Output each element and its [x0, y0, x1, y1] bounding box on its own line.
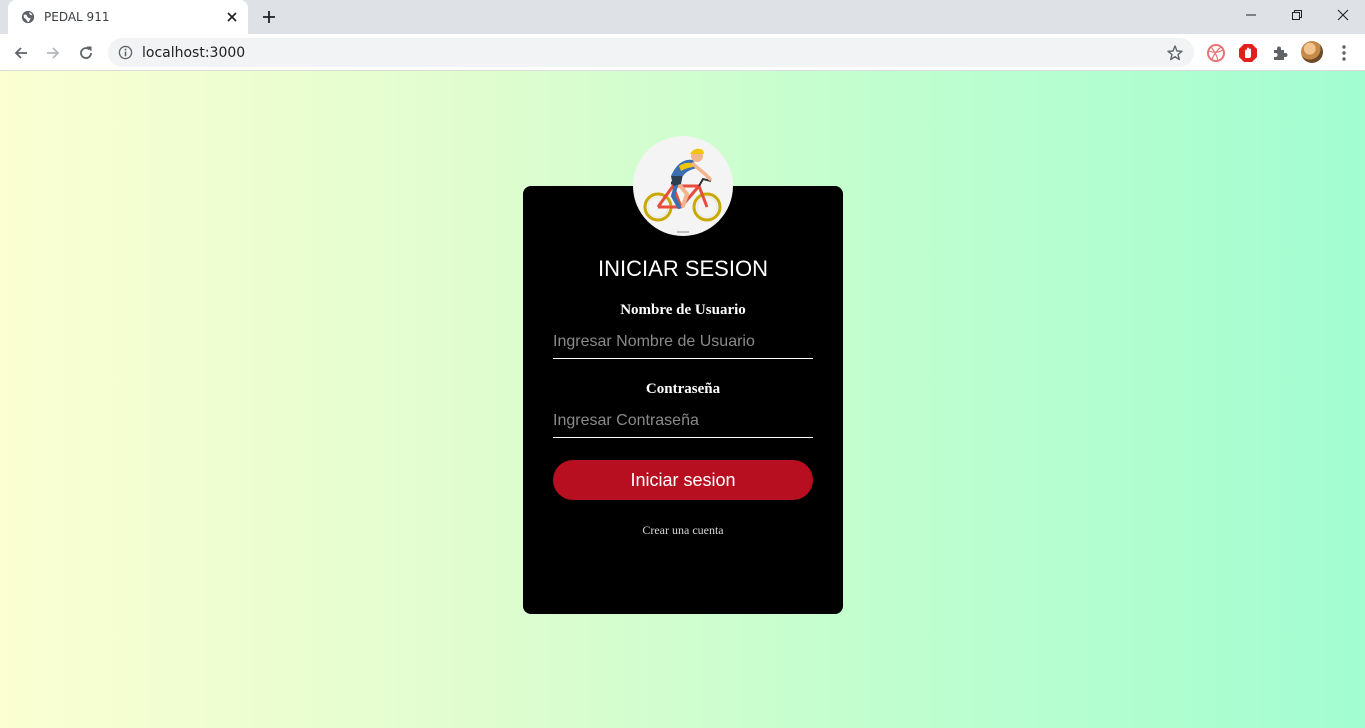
bookmark-star-icon[interactable]: [1166, 44, 1184, 62]
profile-avatar[interactable]: [1301, 41, 1323, 63]
close-window-button[interactable]: [1320, 0, 1365, 30]
info-icon[interactable]: [118, 45, 133, 60]
address-url: localhost:3000: [142, 45, 246, 61]
restore-icon: [1292, 10, 1302, 20]
globe-icon: [21, 10, 35, 24]
back-arrow-icon: [14, 47, 27, 59]
login-card: INICIAR SESION Nombre de Usuario Contras…: [523, 186, 843, 614]
browser-tabstrip: PEDAL 911: [0, 0, 1365, 34]
page-background: INICIAR SESION Nombre de Usuario Contras…: [0, 71, 1365, 728]
tab-title: PEDAL 911: [44, 10, 110, 24]
username-label: Nombre de Usuario: [620, 302, 746, 318]
minimize-button[interactable]: [1228, 0, 1274, 30]
new-tab-icon[interactable]: [260, 8, 278, 26]
cyclist-logo: [633, 136, 733, 236]
restore-button[interactable]: [1274, 0, 1320, 30]
browser-toolbar: localhost:3000: [0, 34, 1365, 71]
browser-menu-icon[interactable]: [1336, 43, 1352, 63]
create-account-link[interactable]: Crear una cuenta: [523, 523, 843, 538]
browser-tab[interactable]: PEDAL 911: [8, 0, 248, 34]
forward-button[interactable]: [41, 41, 65, 65]
login-button[interactable]: Iniciar sesion: [553, 460, 813, 500]
close-window-icon: [1337, 9, 1349, 21]
extensions-puzzle-icon[interactable]: [1269, 42, 1291, 64]
minimize-icon: [1246, 14, 1256, 16]
extension-dribbble-icon[interactable]: [1205, 42, 1227, 64]
back-button[interactable]: [9, 41, 33, 65]
password-input[interactable]: [553, 404, 813, 438]
login-title: INICIAR SESION: [598, 256, 768, 281]
forward-arrow-icon: [47, 47, 60, 59]
cyclist-icon: [643, 148, 722, 233]
reload-button[interactable]: [74, 41, 98, 65]
reload-icon: [80, 46, 92, 59]
close-tab-icon[interactable]: [224, 9, 240, 25]
password-label: Contraseña: [645, 381, 721, 397]
address-bar[interactable]: localhost:3000: [108, 38, 1194, 67]
extension-adblock-icon[interactable]: [1237, 42, 1259, 64]
username-input[interactable]: [553, 325, 813, 359]
